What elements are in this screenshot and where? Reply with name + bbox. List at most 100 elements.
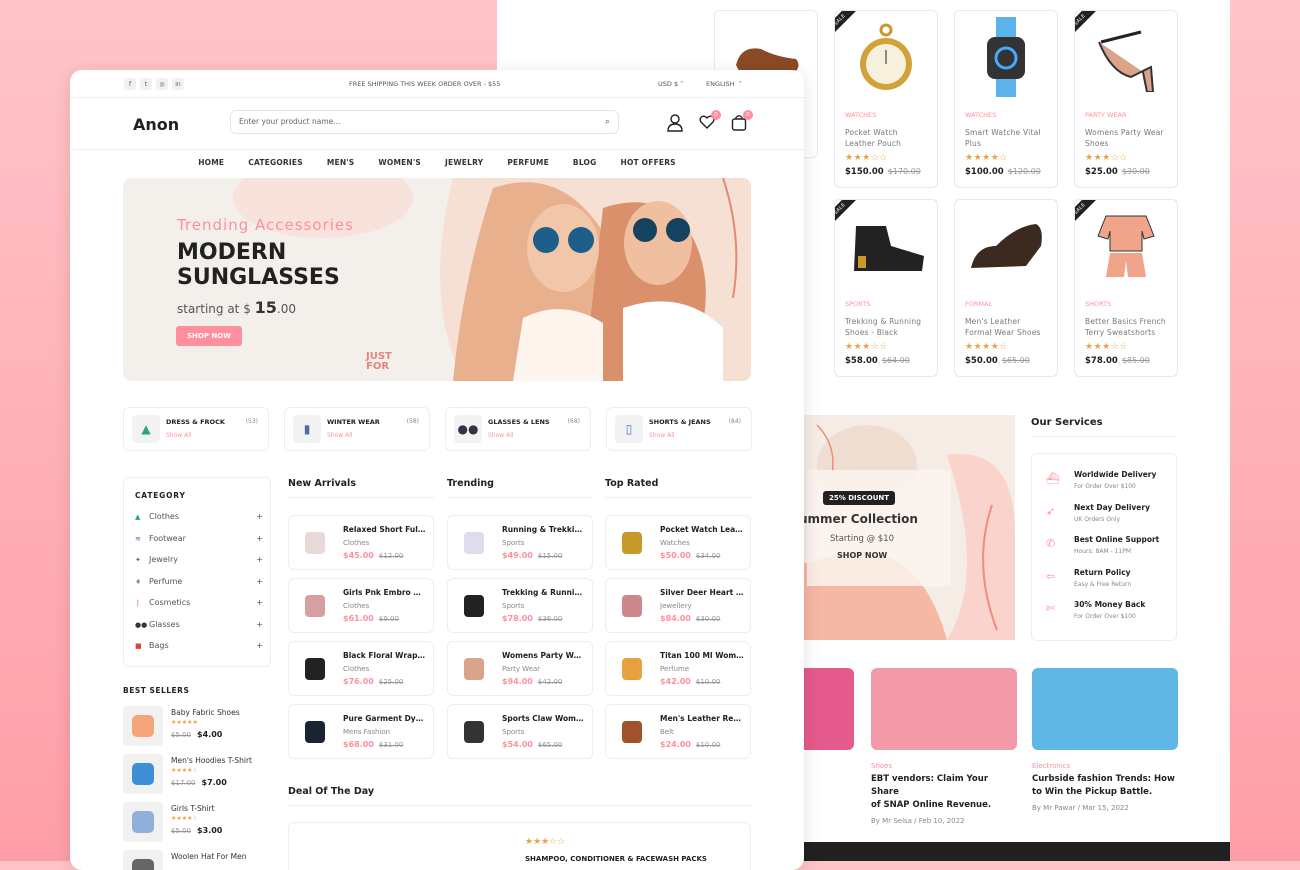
plus-icon[interactable]: + xyxy=(256,598,263,607)
mini-product-card[interactable]: Pocket Watch Leather PouchWatches$50.00$… xyxy=(605,515,751,570)
cart-button[interactable]: 0 xyxy=(731,110,753,132)
sidebar-item[interactable]: ■ Bags + xyxy=(135,641,263,650)
mini-product-category: Sports xyxy=(502,539,525,547)
product-category: WATCHES xyxy=(845,111,877,119)
product-card[interactable]: WATCHES Smart Watche Vital Plus ★★★★☆ $100.… xyxy=(954,10,1058,188)
facebook-icon[interactable]: f xyxy=(124,78,136,90)
blog-card[interactable]: Shoes EBT vendors: Claim Your Share of SNA… xyxy=(871,668,1017,825)
mini-product-card[interactable]: Silver Deer Heart Necklace Jewellery $84.0… xyxy=(605,578,751,633)
ship-icon: ⛴ xyxy=(1046,472,1060,485)
mini-product-card[interactable]: Girls Pnk Embro Design TopClothes$61.00$… xyxy=(288,578,434,633)
blog-author: By Mr Pawar / Mar 15, 2022 xyxy=(1032,804,1129,812)
show-all-link[interactable]: Show All xyxy=(327,432,353,439)
hero-banner[interactable]: Trending Accessories MODERN SUNGLASSES st… xyxy=(123,178,751,381)
price: $25.00 xyxy=(1085,167,1118,177)
product-card[interactable]: SALE PARTY WEAR Womens Party Wear Shoes ★★★… xyxy=(1074,10,1178,188)
search-icon[interactable]: ⌕ xyxy=(605,111,610,133)
category-box[interactable]: ▲ DRESS & FROCK (53) Show All xyxy=(123,407,269,451)
hero-price: starting at $ 15.00 xyxy=(177,298,296,317)
hero-title-line2: SUNGLASSES xyxy=(177,265,340,290)
show-all-link[interactable]: Show All xyxy=(488,432,514,439)
show-all-link[interactable]: Show All xyxy=(166,432,192,439)
currency-select[interactable]: USD $ ˅ xyxy=(658,80,683,88)
category-sidebar: CATEGORY ▲ Clothes + ≋ Footwear + ✦ Jewelry + ♦ Pe… xyxy=(123,477,271,667)
best-seller-item[interactable]: Baby Fabric Shoes ★★★★★ $5.00 $4.00 xyxy=(123,706,273,746)
nav-item[interactable]: HOME xyxy=(186,150,236,176)
best-seller-item[interactable]: Woolen Hat For Men xyxy=(123,850,273,870)
mini-product-card[interactable]: Titan 100 Ml Womens Perfume Perfume $42.00… xyxy=(605,641,751,696)
old-price: $36.00 xyxy=(537,615,563,623)
category-box[interactable]: ●● GLASSES & LENS (68) Show All xyxy=(445,407,591,451)
linkedin-icon[interactable]: in xyxy=(172,78,184,90)
sidebar-item[interactable]: ≋ Footwear + xyxy=(135,534,263,543)
show-all-link[interactable]: Show All xyxy=(649,432,675,439)
price: $78.00 xyxy=(1085,356,1118,366)
price: $24.00 xyxy=(660,740,691,749)
plus-icon[interactable]: + xyxy=(256,577,263,586)
plus-icon[interactable]: + xyxy=(256,512,263,521)
category-box[interactable]: ▯ SHORTS & JEANS (84) Show All xyxy=(606,407,752,451)
best-seller-item[interactable]: Men's Hoodies T-Shirt ★★★★☆ $17.00 $7.00 xyxy=(123,754,273,794)
mini-product-card[interactable]: Pure Garment Dyed Cotton Shirt Mens Fashi… xyxy=(288,704,434,759)
wishlist-count: 0 xyxy=(711,110,721,120)
deal-box[interactable]: ★★★☆☆ SHAMPOO, CONDITIONER & FACEWASH PA… xyxy=(288,822,751,870)
mini-product-card[interactable]: Womens Party Wear ShoesParty Wear$94.00$… xyxy=(447,641,593,696)
plus-icon[interactable]: + xyxy=(256,534,263,543)
nav-item[interactable]: HOT OFFERS xyxy=(608,150,687,176)
nav-item[interactable]: JEWELRY xyxy=(433,150,495,176)
plus-icon[interactable]: + xyxy=(256,555,263,564)
mini-product-price: $49.00 $15.00 xyxy=(502,551,562,560)
nav-item[interactable]: MEN'S xyxy=(315,150,367,176)
nav-item[interactable]: BLOG xyxy=(561,150,609,176)
blog-image xyxy=(1032,668,1178,750)
wishlist-button[interactable]: 0 xyxy=(699,110,721,132)
nav-item[interactable]: CATEGORIES xyxy=(236,150,315,176)
mini-product-title: Womens Party Wear Shoes xyxy=(502,651,586,660)
sidebar-item[interactable]: ♦ Perfume + xyxy=(135,577,263,586)
blog-title[interactable]: EBT vendors: Claim Your Share xyxy=(871,773,1017,799)
nav-item[interactable]: WOMEN'S xyxy=(366,150,433,176)
language-select[interactable]: ENGLISH ˅ xyxy=(706,80,742,88)
mini-product-card[interactable]: Men's Leather Reversible BeltBelt$24.00$… xyxy=(605,704,751,759)
sidebar-item[interactable]: ❘ Cosmetics + xyxy=(135,598,263,607)
banner-shop-now-link[interactable]: SHOP NOW xyxy=(837,551,887,560)
product-card[interactable]: FORMAL Men's Leather Formal Wear Shoes ★★★… xyxy=(954,199,1058,377)
plus-icon[interactable]: + xyxy=(256,620,263,629)
deal-title: Deal Of The Day xyxy=(288,786,751,806)
mini-product-price: $94.00 $42.00 xyxy=(502,677,562,686)
best-seller-item[interactable]: Girls T-Shirt ★★★★☆ $5.00 $3.00 xyxy=(123,802,273,842)
old-price: $17.00 xyxy=(171,779,196,787)
mini-product-card[interactable]: Relaxed Short Full Sleeve T-Shirt Clothes… xyxy=(288,515,434,570)
category-box[interactable]: ▮ WINTER WEAR (58) Show All xyxy=(284,407,430,451)
mini-product-image xyxy=(299,716,331,748)
shop-now-button[interactable]: SHOP NOW xyxy=(176,326,242,346)
mini-product-card[interactable]: Trekking & Running Shoes - black Sports $7… xyxy=(447,578,593,633)
mini-product-card[interactable]: Sports Claw Women's Shoes Sports $54.00 $65… xyxy=(447,704,593,759)
sidebar-item[interactable]: ●● Glasses + xyxy=(135,620,263,629)
product-category: WATCHES xyxy=(965,111,997,119)
instagram-icon[interactable]: ◎ xyxy=(156,78,168,90)
twitter-icon[interactable]: t xyxy=(140,78,152,90)
search-input[interactable]: Enter your product name... ⌕ xyxy=(230,110,619,134)
product-card[interactable]: SALE SHORTS Better Basics French Terry Swe… xyxy=(1074,199,1178,377)
logo[interactable]: Anon xyxy=(133,115,179,134)
user-icon[interactable] xyxy=(667,114,683,132)
mini-product-card[interactable]: Black Floral Wrap Midi Skirt Clothes $76.0… xyxy=(288,641,434,696)
nav-item[interactable]: PERFUME xyxy=(495,150,561,176)
mini-product-card[interactable]: Running & Trekking Shoes - White Sports $4… xyxy=(447,515,593,570)
mini-product-image xyxy=(299,653,331,685)
mini-product-image xyxy=(616,590,648,622)
mini-product-image xyxy=(458,590,490,622)
summer-collection-banner[interactable]: 25% DISCOUNT ummer Collection Starting @… xyxy=(797,415,1015,640)
product-card[interactable]: SALE SPORTS Trekking & Running Shoes - Bla… xyxy=(834,199,938,377)
sidebar-item[interactable]: ✦ Jewelry + xyxy=(135,555,263,564)
category-icon: ▮ xyxy=(293,415,321,443)
main-page: f t ◎ in FREE SHIPPING THIS WEEK ORDER O… xyxy=(70,70,804,870)
category-name: GLASSES & LENS xyxy=(488,418,550,426)
sidebar-item-label: Jewelry xyxy=(149,555,178,564)
blog-card[interactable]: Electronics Curbside fashion Trends: How t… xyxy=(1032,668,1178,812)
plus-icon[interactable]: + xyxy=(256,641,263,650)
sidebar-item[interactable]: ▲ Clothes + xyxy=(135,512,263,521)
blog-title[interactable]: Curbside fashion Trends: How xyxy=(1032,773,1178,786)
product-card[interactable]: SALE WATCHES Pocket Watch Leather Pouch ★★★… xyxy=(834,10,938,188)
